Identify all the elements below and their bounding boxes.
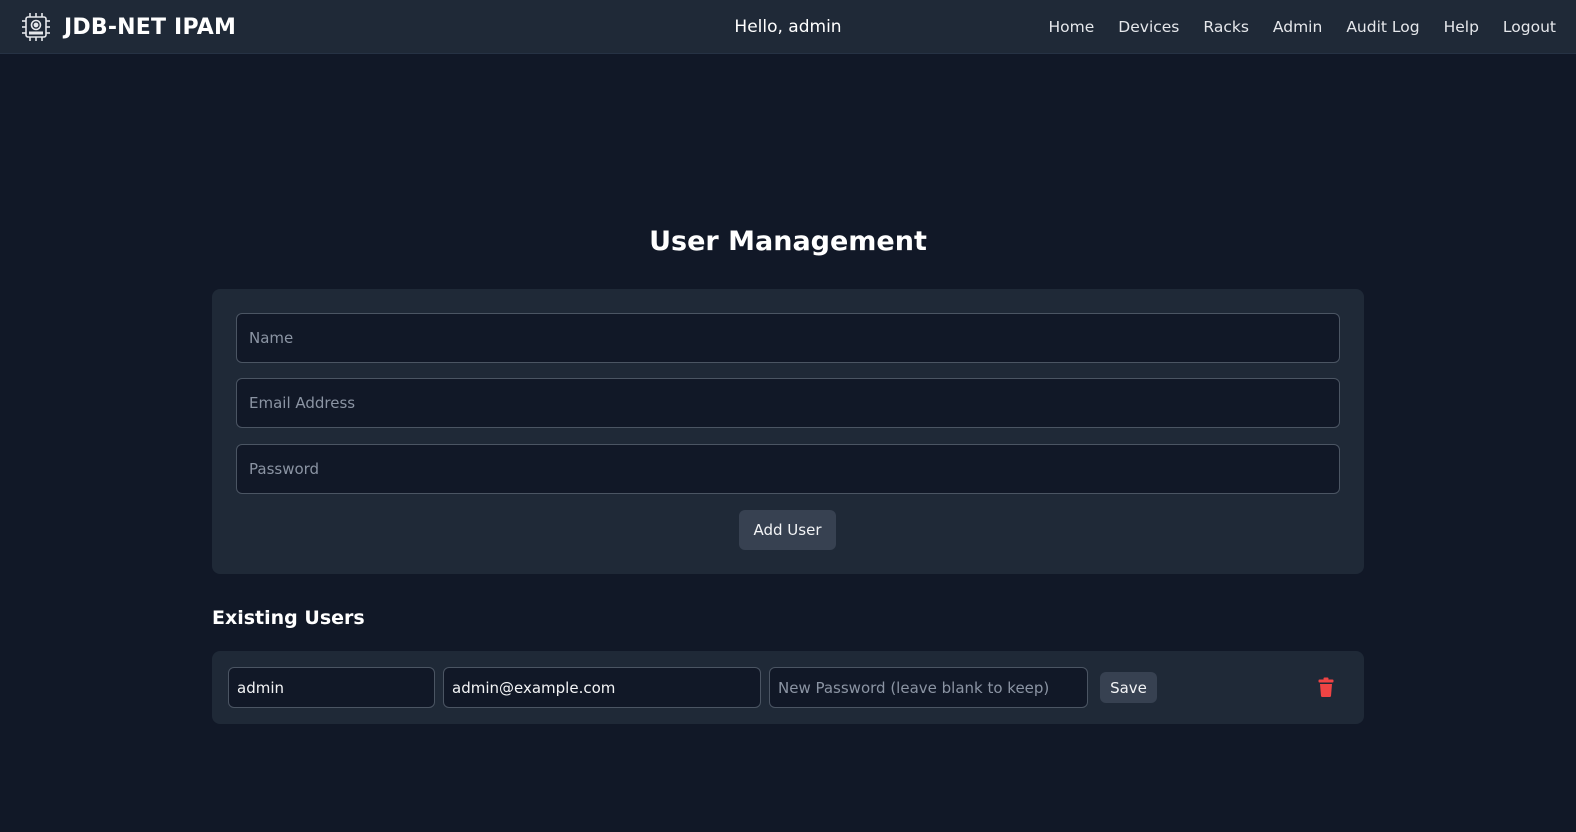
page-title: User Management bbox=[649, 226, 927, 257]
brand[interactable]: JDB-NET IPAM bbox=[20, 0, 236, 54]
brand-title: JDB-NET IPAM bbox=[64, 14, 237, 40]
existing-users-heading: Existing Users bbox=[212, 607, 365, 629]
gear-chip-logo-icon bbox=[20, 11, 52, 43]
nav-audit-log[interactable]: Audit Log bbox=[1346, 18, 1419, 36]
password-field[interactable] bbox=[236, 444, 1340, 494]
username-field[interactable] bbox=[228, 667, 435, 708]
add-user-button[interactable]: Add User bbox=[739, 510, 836, 550]
nav-home[interactable]: Home bbox=[1049, 18, 1095, 36]
name-field[interactable] bbox=[236, 313, 1340, 363]
email-field[interactable] bbox=[236, 378, 1340, 428]
nav-racks[interactable]: Racks bbox=[1203, 18, 1249, 36]
nav-logout[interactable]: Logout bbox=[1503, 18, 1556, 36]
save-button[interactable]: Save bbox=[1100, 672, 1157, 703]
user-row: Save bbox=[212, 651, 1364, 724]
add-user-form: Add User bbox=[212, 289, 1364, 574]
trash-icon[interactable] bbox=[1318, 677, 1334, 697]
nav-links: Home Devices Racks Admin Audit Log Help … bbox=[1049, 0, 1556, 54]
user-email-field[interactable] bbox=[443, 667, 761, 708]
nav-help[interactable]: Help bbox=[1444, 18, 1479, 36]
navbar: JDB-NET IPAM Hello, admin Home Devices R… bbox=[0, 0, 1576, 54]
new-password-field[interactable] bbox=[769, 667, 1088, 708]
nav-admin[interactable]: Admin bbox=[1273, 18, 1322, 36]
nav-devices[interactable]: Devices bbox=[1118, 18, 1179, 36]
